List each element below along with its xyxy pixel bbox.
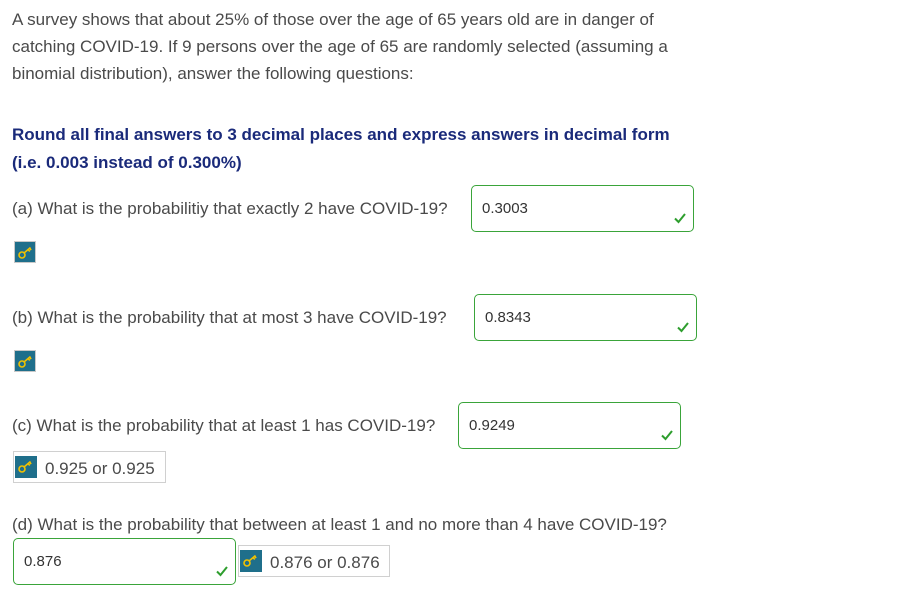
- revealed-answer-c: 0.925 or 0.925: [13, 451, 166, 483]
- check-icon: [215, 564, 229, 578]
- show-answer-d-button[interactable]: [240, 550, 262, 572]
- question-a-text: (a) What is the probabilitiy that exactl…: [12, 199, 448, 218]
- problem-statement: A survey shows that about 25% of those o…: [12, 6, 712, 87]
- answer-b-value: 0.8343: [485, 309, 531, 326]
- question-c-text: (c) What is the probability that at leas…: [12, 416, 436, 435]
- problem-line: catching COVID-19. If 9 persons over the…: [12, 37, 668, 56]
- show-answer-a-button[interactable]: [14, 241, 36, 263]
- answer-c-value: 0.9249: [469, 417, 515, 434]
- answer-d-value: 0.876: [24, 553, 62, 570]
- problem-line: A survey shows that about 25% of those o…: [12, 10, 654, 29]
- answer-a-value: 0.3003: [482, 200, 528, 217]
- show-answer-b-button[interactable]: [14, 350, 36, 372]
- rounding-instruction: Round all final answers to 3 decimal pla…: [12, 121, 732, 177]
- show-answer-c-button[interactable]: [15, 456, 37, 478]
- instruction-line: Round all final answers to 3 decimal pla…: [12, 125, 670, 144]
- answer-a-input[interactable]: 0.3003: [471, 185, 694, 232]
- question-d-text: (d) What is the probability that between…: [12, 515, 667, 534]
- answer-d-input[interactable]: 0.876: [13, 538, 236, 585]
- answer-c-input[interactable]: 0.9249: [458, 402, 681, 449]
- question-page: A survey shows that about 25% of those o…: [0, 0, 910, 591]
- check-icon: [660, 428, 674, 442]
- problem-line: binomial distribution), answer the follo…: [12, 64, 414, 83]
- instruction-line: (i.e. 0.003 instead of 0.300%): [12, 153, 242, 172]
- answer-b-input[interactable]: 0.8343: [474, 294, 697, 341]
- revealed-answer-d: 0.876 or 0.876: [238, 545, 390, 577]
- check-icon: [676, 320, 690, 334]
- question-b-text: (b) What is the probability that at most…: [12, 308, 447, 327]
- revealed-answer-d-text: 0.876 or 0.876: [270, 553, 380, 572]
- check-icon: [673, 211, 687, 225]
- revealed-answer-c-text: 0.925 or 0.925: [45, 459, 155, 478]
